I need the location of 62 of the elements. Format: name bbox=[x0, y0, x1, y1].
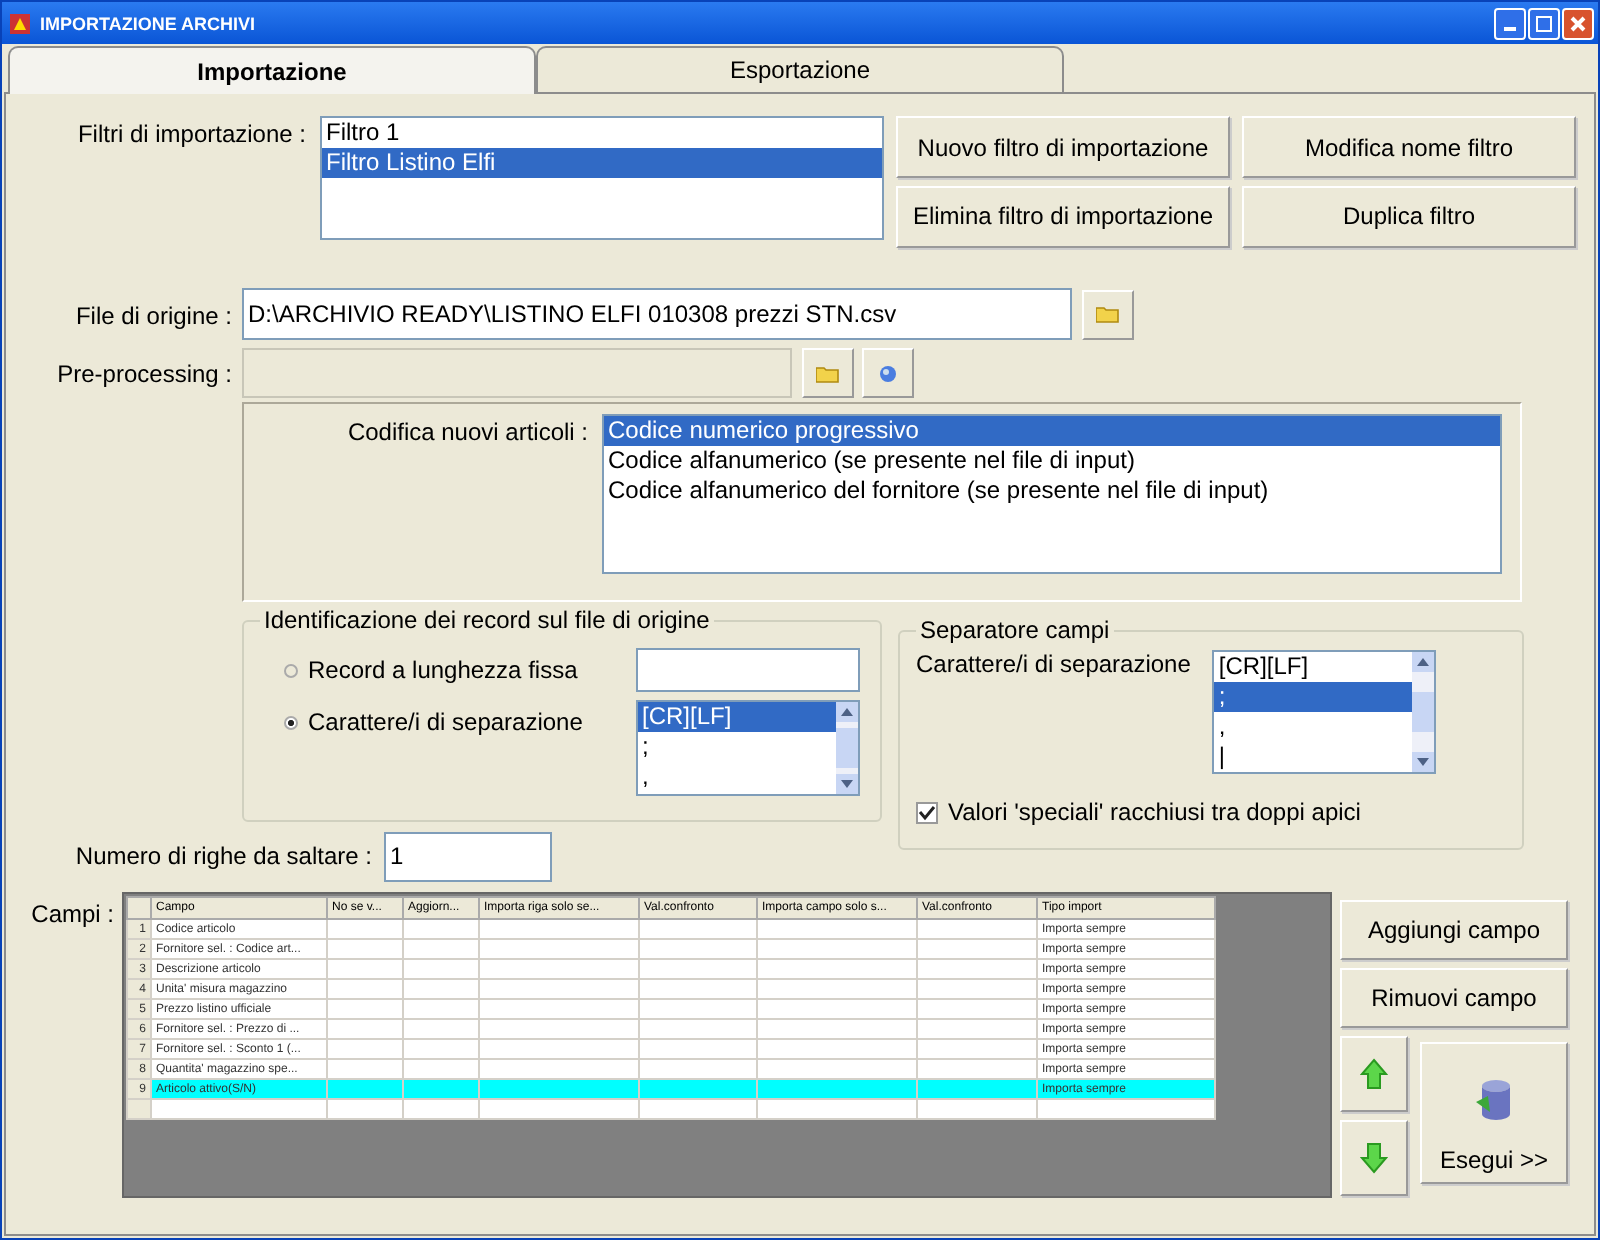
radio-button[interactable]: Record a lunghezza fissa bbox=[284, 656, 578, 684]
field-label: Codifica nuovi articoli : bbox=[345, 416, 588, 450]
list-item[interactable]: [CR][LF] bbox=[1214, 652, 1413, 682]
scroll-down-icon[interactable] bbox=[836, 774, 858, 794]
field-label: Filtri di importazione : bbox=[75, 118, 306, 152]
list-item[interactable]: ; bbox=[1214, 682, 1413, 712]
action-button[interactable]: Rimuovi campo bbox=[1340, 968, 1568, 1028]
arrow-down-icon bbox=[1360, 1142, 1388, 1174]
minimize-icon bbox=[1502, 26, 1518, 32]
browse-button[interactable] bbox=[802, 348, 854, 398]
list-item[interactable]: ; bbox=[638, 732, 836, 762]
input-field[interactable]: D:\ARCHIVIO READY\LISTINO ELFI 010308 prezzi STN.csv bbox=[242, 288, 1072, 340]
browse-button[interactable] bbox=[1082, 289, 1134, 339]
field-label: Numero di righe da saltare : bbox=[73, 842, 372, 870]
info-button[interactable] bbox=[862, 348, 914, 398]
list-item[interactable]: Codice alfanumerico (se presente nel file di input) bbox=[604, 446, 1500, 476]
tab[interactable]: Importazione bbox=[8, 46, 536, 94]
run-button[interactable]: Esegui >> bbox=[1420, 1042, 1568, 1184]
maximize-icon bbox=[1534, 13, 1554, 33]
field-label: Campi : bbox=[29, 898, 114, 932]
group-title: Separatore campi bbox=[918, 616, 1112, 644]
scroll-down-icon[interactable] bbox=[1412, 752, 1435, 772]
list-item[interactable]: [CR][LF] bbox=[638, 702, 836, 732]
list-item[interactable]: | bbox=[1214, 742, 1413, 772]
action-button[interactable]: Nuovo filtro di importazione bbox=[896, 116, 1230, 178]
database-icon bbox=[1474, 1078, 1514, 1122]
close-button[interactable] bbox=[1562, 7, 1594, 39]
list-item[interactable]: Filtro 1 bbox=[322, 118, 882, 148]
checkmark-icon bbox=[918, 803, 936, 821]
maximize-button[interactable] bbox=[1528, 7, 1560, 39]
close-icon bbox=[1568, 13, 1588, 33]
action-button[interactable]: Aggiungi campo bbox=[1340, 900, 1568, 960]
move-down-button[interactable] bbox=[1340, 1120, 1408, 1196]
list-item[interactable]: Filtro Listino Elfi bbox=[322, 148, 882, 178]
checkbox[interactable]: Valori 'speciali' racchiusi tra doppi apici bbox=[916, 798, 1506, 826]
window-title: IMPORTAZIONE ARCHIVI bbox=[40, 13, 257, 33]
field-label: Carattere/i di separazione bbox=[916, 650, 1191, 682]
list-item[interactable]: , bbox=[638, 762, 836, 792]
radio-button[interactable]: Carattere/i di separazione bbox=[284, 708, 583, 736]
minimize-button[interactable] bbox=[1494, 7, 1526, 39]
group-title: Identificazione dei record sul file di origine bbox=[262, 606, 712, 634]
tab[interactable]: Esportazione bbox=[536, 46, 1064, 92]
field-label: Pre-processing : bbox=[55, 358, 232, 388]
app-icon bbox=[8, 11, 32, 35]
list-item[interactable]: , bbox=[1214, 712, 1413, 742]
list-item[interactable]: Codice alfanumerico del fornitore (se presente nel file di input) bbox=[604, 476, 1500, 506]
globe-icon bbox=[878, 363, 898, 383]
move-up-button[interactable] bbox=[1340, 1036, 1408, 1112]
scrollbar[interactable] bbox=[1412, 652, 1435, 772]
scroll-up-icon[interactable] bbox=[836, 702, 858, 722]
list-item[interactable]: Codice numerico progressivo bbox=[604, 416, 1500, 446]
scroll-up-icon[interactable] bbox=[1412, 652, 1435, 672]
folder-icon bbox=[1096, 304, 1120, 324]
arrow-up-icon bbox=[1360, 1058, 1388, 1090]
action-button[interactable]: Elimina filtro di importazione bbox=[896, 185, 1230, 247]
scrollbar[interactable] bbox=[836, 702, 858, 794]
action-button[interactable]: Modifica nome filtro bbox=[1242, 116, 1576, 178]
folder-icon bbox=[816, 363, 840, 383]
input-field[interactable] bbox=[636, 648, 860, 692]
action-button[interactable]: Duplica filtro bbox=[1242, 185, 1576, 247]
field-label: File di origine : bbox=[73, 299, 232, 329]
input-field[interactable]: 1 bbox=[384, 831, 552, 881]
